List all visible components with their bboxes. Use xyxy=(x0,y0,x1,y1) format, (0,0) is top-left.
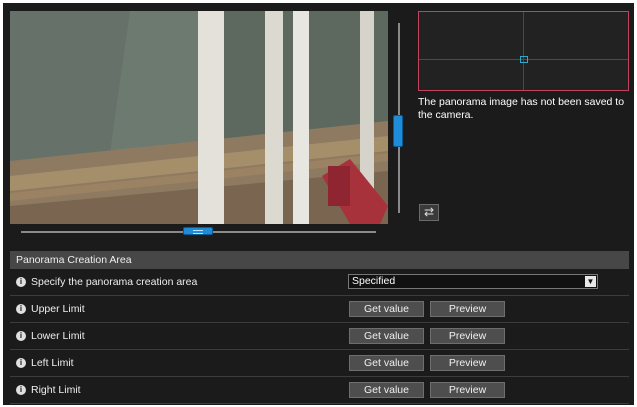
pan-slider-thumb[interactable] xyxy=(183,227,213,235)
upper-limit-preview-button[interactable]: Preview xyxy=(430,301,505,317)
info-icon[interactable]: i xyxy=(16,331,26,341)
tilt-slider-thumb[interactable] xyxy=(393,115,403,147)
crosshair-vertical xyxy=(523,12,524,90)
section-title: Panorama Creation Area xyxy=(10,251,629,269)
left-limit-get-value-button[interactable]: Get value xyxy=(349,355,424,371)
upper-limit-label: Upper Limit xyxy=(31,303,85,315)
panorama-status-message: The panorama image has not been saved to… xyxy=(418,96,625,121)
lower-limit-get-value-button[interactable]: Get value xyxy=(349,328,424,344)
panorama-preview[interactable] xyxy=(418,11,629,91)
position-marker xyxy=(520,56,528,63)
camera-image xyxy=(10,11,388,224)
left-limit-row: i Left Limit Get value Preview xyxy=(10,350,629,377)
info-icon[interactable]: i xyxy=(16,304,26,314)
upper-limit-get-value-button[interactable]: Get value xyxy=(349,301,424,317)
lower-limit-row: i Lower Limit Get value Preview xyxy=(10,323,629,350)
specify-area-row: i Specify the panorama creation area Spe… xyxy=(10,269,629,296)
upper-limit-row: i Upper Limit Get value Preview xyxy=(10,296,629,323)
right-limit-label: Right Limit xyxy=(31,384,81,396)
right-limit-row: i Right Limit Get value Preview xyxy=(10,377,629,404)
lower-limit-preview-button[interactable]: Preview xyxy=(430,328,505,344)
left-limit-preview-button[interactable]: Preview xyxy=(430,355,505,371)
specify-area-label: Specify the panorama creation area xyxy=(31,276,198,288)
specify-area-select[interactable]: Specified ▼ xyxy=(348,274,598,289)
right-limit-get-value-button[interactable]: Get value xyxy=(349,382,424,398)
info-icon[interactable]: i xyxy=(16,358,26,368)
specify-area-value: Specified xyxy=(352,275,396,287)
camera-live-view[interactable] xyxy=(10,11,388,224)
left-limit-label: Left Limit xyxy=(31,357,74,369)
grip-icon xyxy=(193,230,203,234)
lower-limit-label: Lower Limit xyxy=(31,330,85,342)
info-icon[interactable]: i xyxy=(16,385,26,395)
right-limit-preview-button[interactable]: Preview xyxy=(430,382,505,398)
chevron-down-icon[interactable]: ▼ xyxy=(585,276,596,287)
app-window: The panorama image has not been saved to… xyxy=(3,3,634,405)
swap-arrows-icon[interactable]: ⇄ xyxy=(419,204,439,221)
info-icon[interactable]: i xyxy=(16,277,26,287)
panorama-creation-area: Panorama Creation Area i Specify the pan… xyxy=(10,251,629,404)
